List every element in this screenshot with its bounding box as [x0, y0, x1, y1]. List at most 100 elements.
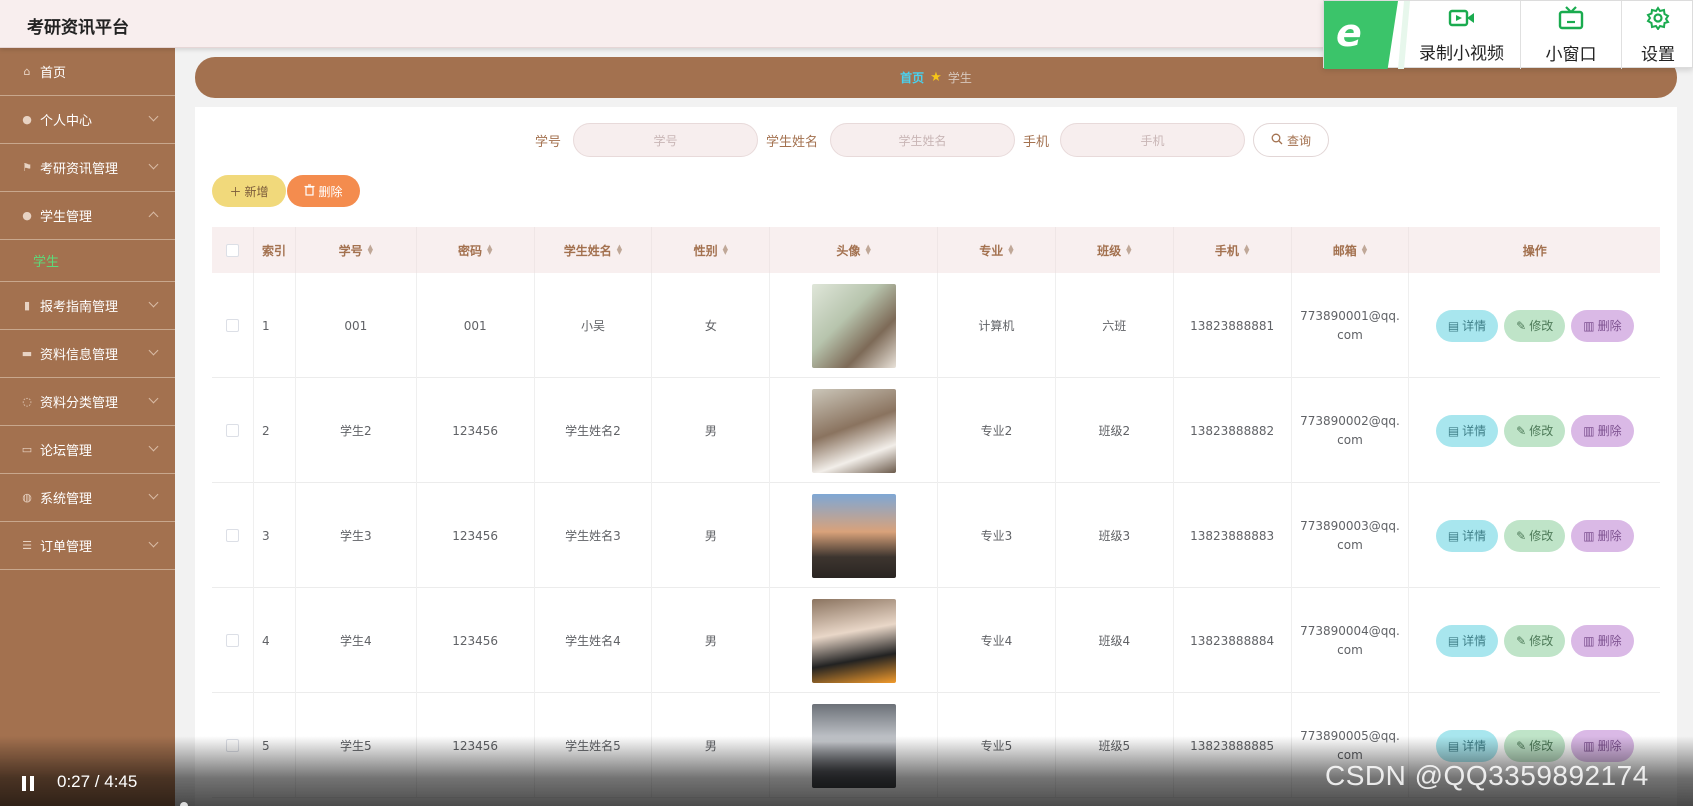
- cell-password: 123456: [417, 483, 535, 588]
- column-header-student-no[interactable]: 学号 ▲ ▼: [296, 227, 417, 273]
- column-header-gender[interactable]: 性别 ▲ ▼: [652, 227, 771, 273]
- row-checkbox[interactable]: [225, 424, 239, 437]
- cell-password: 123456: [417, 378, 535, 483]
- column-header-class[interactable]: 班级 ▲ ▼: [1056, 227, 1174, 273]
- edit-button[interactable]: ✎修改: [1504, 309, 1566, 342]
- sidebar-item-exam-guide-management[interactable]: ▮ 报考指南管理: [0, 282, 175, 330]
- video-camera-icon: [1448, 7, 1476, 35]
- lock-icon: ▮: [23, 299, 31, 312]
- cell-avatar: [770, 273, 939, 378]
- query-button[interactable]: 查询: [1253, 123, 1329, 157]
- column-header-phone[interactable]: 手机 ▲ ▼: [1174, 227, 1292, 273]
- detail-button[interactable]: ▤详情: [1435, 519, 1499, 552]
- table-header: 索引 学号 ▲ ▼ 密码 ▲ ▼ 学生姓名 ▲ ▼ 性别 ▲ ▼ 头像 ▲ ▼ 专业 ▲ ▼ 班级 ▲ ▼ …: [212, 227, 1660, 273]
- detail-button[interactable]: ▤详情: [1435, 414, 1499, 447]
- cell-phone: 13823888881: [1174, 273, 1292, 378]
- breadcrumb-home-link[interactable]: 首页: [900, 69, 924, 86]
- sidebar-item-news-management[interactable]: ⚑ 考研资讯管理: [0, 144, 175, 192]
- sidebar-item-system-management[interactable]: ◍ 系统管理: [0, 474, 175, 522]
- chevron-up-icon: [148, 211, 159, 222]
- delete-button[interactable]: ▥删除: [1571, 624, 1634, 657]
- column-header-avatar[interactable]: 头像 ▲ ▼: [770, 227, 939, 273]
- progress-handle[interactable]: [180, 802, 188, 806]
- chevron-down-icon: [148, 297, 159, 308]
- sort-icon: ▲ ▼: [1126, 243, 1132, 256]
- table-row: 4 学生4 123456 学生姓名4 男 专业4 班级4 13823888884 7738900…: [212, 588, 1660, 693]
- monitor-icon: ▭: [21, 443, 33, 456]
- sidebar-item-student-management[interactable]: ● 学生管理: [0, 192, 175, 240]
- loading-icon: ◌: [22, 395, 32, 408]
- mini-window-button[interactable]: 小窗口: [1521, 1, 1621, 69]
- sort-icon: ▲ ▼: [1008, 243, 1014, 256]
- student-no-input[interactable]: 学号: [573, 123, 758, 157]
- column-header-email[interactable]: 邮箱 ▲ ▼: [1292, 227, 1410, 273]
- email-text: 773890001@qq.com: [1300, 308, 1400, 342]
- column-header-student-name[interactable]: 学生姓名 ▲ ▼: [535, 227, 653, 273]
- cell-student-no: 学生4: [296, 588, 417, 693]
- edit-button[interactable]: ✎修改: [1504, 519, 1566, 552]
- email-text: 773890003@qq.com: [1300, 518, 1400, 552]
- flag-icon: ⚑: [22, 161, 32, 174]
- pause-icon[interactable]: [21, 776, 35, 791]
- delete-button[interactable]: ▥删除: [1571, 309, 1634, 342]
- chevron-down-icon: [148, 159, 159, 170]
- cell-phone: 13823888884: [1174, 588, 1292, 693]
- cell-index: 4: [254, 588, 296, 693]
- detail-button[interactable]: ▤详情: [1435, 309, 1499, 342]
- select-all-checkbox[interactable]: [225, 243, 239, 257]
- detail-button[interactable]: ▤详情: [1435, 624, 1499, 657]
- pencil-icon: ✎: [1516, 318, 1527, 333]
- row-checkbox-cell: [212, 378, 254, 483]
- list-icon: ☰: [22, 539, 32, 552]
- student-name-input[interactable]: 学生姓名: [830, 123, 1015, 157]
- cell-avatar: [770, 378, 939, 483]
- edit-button[interactable]: ✎修改: [1504, 624, 1566, 657]
- settings-button[interactable]: 设置: [1622, 1, 1693, 69]
- student-no-label: 学号: [535, 135, 562, 150]
- sidebar-item-personal-center[interactable]: ● 个人中心: [0, 96, 175, 144]
- email-text: 773890002@qq.com: [1300, 413, 1400, 447]
- table-body: 1 001 001 小吴女计算机 六班 13823888881 773890001@qq.c…: [212, 273, 1660, 798]
- batch-delete-button[interactable]: 删除: [287, 175, 360, 207]
- delete-button[interactable]: ▥删除: [1571, 414, 1634, 447]
- chat-icon: ▬: [21, 347, 33, 360]
- sidebar-item-home[interactable]: ⌂ 首页: [0, 48, 175, 96]
- cell-class: 班级3: [1056, 483, 1174, 588]
- chevron-down-icon: [148, 111, 159, 122]
- document-icon: ▤: [1447, 318, 1460, 333]
- document-icon: ▤: [1447, 633, 1460, 648]
- edit-button[interactable]: ✎修改: [1504, 414, 1566, 447]
- plus-icon: ＋: [229, 184, 242, 199]
- cell-gender: 男: [652, 378, 771, 483]
- select-all-checkbox-cell: [212, 227, 254, 273]
- sidebar-item-material-info-management[interactable]: ▬ 资料信息管理: [0, 330, 175, 378]
- sidebar-subitem-student[interactable]: 学生: [0, 240, 175, 282]
- chevron-down-icon: [148, 345, 159, 356]
- cell-class: 班级4: [1056, 588, 1174, 693]
- row-checkbox[interactable]: [225, 319, 239, 332]
- sidebar-item-material-category-management[interactable]: ◌ 资料分类管理: [0, 378, 175, 426]
- add-button[interactable]: ＋ 新增: [212, 175, 286, 207]
- record-video-button[interactable]: 录制小视频: [1404, 1, 1519, 69]
- delete-button[interactable]: ▥删除: [1571, 519, 1634, 552]
- phone-label: 手机: [1023, 135, 1050, 150]
- chevron-down-icon: [148, 393, 159, 404]
- column-header-major[interactable]: 专业 ▲ ▼: [938, 227, 1056, 273]
- avatar: [811, 388, 896, 473]
- star-icon: ★: [930, 70, 942, 85]
- cell-email: 773890001@qq.com: [1292, 273, 1410, 378]
- column-header-password[interactable]: 密码 ▲ ▼: [417, 227, 535, 273]
- trash-icon: ▥: [1583, 633, 1595, 648]
- app-title: 考研资讯平台: [27, 18, 129, 38]
- browser-logo-icon: e: [1324, 1, 1398, 69]
- table-row: 3 学生3 123456 学生姓名3 男 专业3 班级3 13823888883 7738900…: [212, 483, 1660, 588]
- row-checkbox[interactable]: [225, 634, 239, 647]
- pencil-icon: ✎: [1516, 633, 1527, 648]
- cell-student-name: 小吴: [535, 273, 653, 378]
- sidebar-item-order-management[interactable]: ☰ 订单管理: [0, 522, 175, 570]
- sidebar-item-forum-management[interactable]: ▭ 论坛管理: [0, 426, 175, 474]
- breadcrumb-current: 学生: [947, 71, 972, 85]
- document-icon: ▤: [1447, 423, 1460, 438]
- row-checkbox[interactable]: [225, 529, 239, 542]
- phone-input[interactable]: 手机: [1060, 123, 1245, 157]
